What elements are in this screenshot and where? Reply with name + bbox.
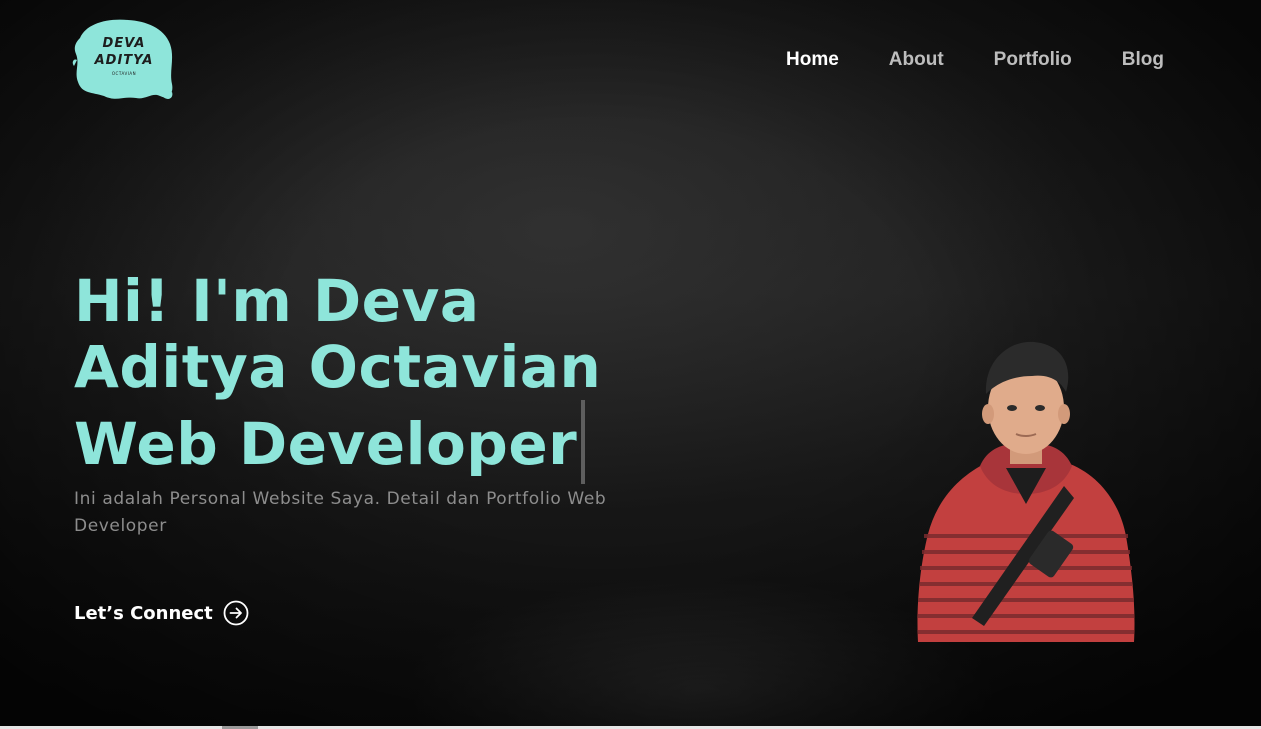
logo-text-line1: DEVA [102,36,146,51]
nav-about-link[interactable]: About [889,47,944,73]
logo-text-line2: ADITYA [94,53,154,68]
arrow-right-circle-icon [223,600,249,626]
hero-title: Hi! I'm Deva Aditya Octavian Web Develop… [74,268,714,484]
typing-cursor [581,400,586,484]
logo-text-line3: OCTAVIAN [111,71,137,76]
lets-connect-label: Let’s Connect [74,602,213,624]
site-logo[interactable]: DEVA ADITYA OCTAVIAN [72,16,176,102]
nav-blog-link[interactable]: Blog [1122,47,1164,73]
hero-subtitle: Ini adalah Personal Website Saya. Detail… [74,489,607,536]
nav-home-link[interactable]: Home [786,47,839,73]
nav-portfolio-link[interactable]: Portfolio [994,47,1072,73]
main-nav: Home About Portfolio Blog [736,47,1164,73]
lets-connect-button[interactable]: Let’s Connect [74,600,249,626]
hero-title-text: Hi! I'm Deva Aditya Octavian Web Develop… [74,267,602,478]
profile-photo [914,336,1138,646]
